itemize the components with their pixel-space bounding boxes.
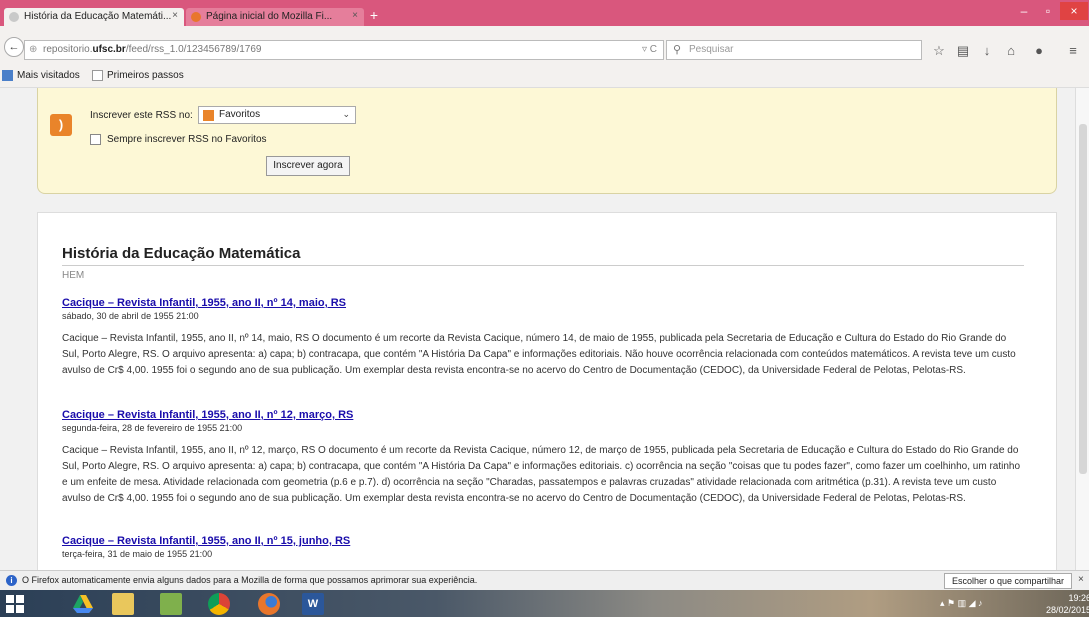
entry-date: segunda-feira, 28 de fevereiro de 1955 2…	[62, 423, 243, 433]
chevron-down-icon: ⌄	[342, 109, 350, 119]
photos-icon[interactable]	[160, 593, 182, 615]
always-subscribe-checkbox[interactable]: Sempre inscrever RSS no Favoritos	[90, 134, 267, 145]
star-icon[interactable]: ☆	[930, 42, 948, 60]
home-icon[interactable]: ⌂	[1002, 42, 1020, 60]
back-button[interactable]: ←	[4, 37, 24, 57]
close-icon[interactable]: ×	[1078, 574, 1084, 585]
search-input[interactable]: ⚲ Pesquisar	[666, 40, 922, 60]
subscribe-now-button[interactable]: Inscrever agora	[266, 156, 350, 176]
rss-subscribe-panel: ) Inscrever este RSS no: Favoritos ⌄ Sem…	[37, 88, 1057, 194]
entry-title-link[interactable]: Cacique – Revista Infantil, 1955, ano II…	[62, 297, 1024, 309]
feed-entry: Cacique – Revista Infantil, 1955, ano II…	[62, 409, 1024, 507]
clock-date: 28/02/2015	[1046, 605, 1089, 615]
page-icon	[9, 12, 19, 22]
bookmark-folder-icon	[2, 70, 13, 81]
feed-container: História da Educação Matemática HEM Caci…	[37, 212, 1057, 570]
file-explorer-icon[interactable]	[112, 593, 134, 615]
bookmark-label: Mais visitados	[17, 70, 80, 81]
pocket-icon[interactable]: ●	[1030, 42, 1048, 60]
entry-body: Cacique – Revista Infantil, 1955, ano II…	[62, 333, 1016, 376]
rss-subscribe-label: Inscrever este RSS no:	[90, 110, 193, 121]
tray-icons[interactable]: ▴ ⚑ ▥ ◢ ♪	[940, 598, 983, 609]
url-domain: ufsc.br	[92, 44, 126, 55]
entry-title-link[interactable]: Cacique – Revista Infantil, 1955, ano II…	[62, 535, 1024, 547]
chrome-icon[interactable]	[208, 593, 230, 615]
checkbox[interactable]	[90, 134, 101, 145]
entry-title-link[interactable]: Cacique – Revista Infantil, 1955, ano II…	[62, 409, 1024, 421]
reload-icon[interactable]: ▿ C	[642, 44, 657, 55]
bookmark-primeiros-passos[interactable]: Primeiros passos	[92, 70, 184, 81]
rss-icon: )	[50, 114, 72, 136]
close-tab-icon[interactable]: ×	[352, 10, 358, 21]
choose-share-button[interactable]: Escolher o que compartilhar	[944, 573, 1072, 589]
feed-title: História da Educação Matemática	[62, 245, 301, 262]
scrollbar-thumb[interactable]	[1079, 124, 1087, 474]
url-bar[interactable]: ⊕ repositorio.ufsc.br/feed/rss_1.0/12345…	[24, 40, 664, 60]
firefox-icon	[191, 12, 201, 22]
download-icon[interactable]: ↓	[978, 42, 996, 60]
new-tab-button[interactable]: +	[366, 8, 382, 24]
clipboard-icon[interactable]: ▤	[954, 42, 972, 60]
search-placeholder: Pesquisar	[689, 44, 734, 55]
notification-bar: i O Firefox automaticamente envia alguns…	[0, 570, 1089, 590]
rss-icon	[203, 110, 214, 121]
always-subscribe-label: Sempre inscrever RSS no Favoritos	[107, 134, 267, 145]
feed-entry: Cacique – Revista Infantil, 1955, ano II…	[62, 297, 1024, 379]
rss-reader-value: Favoritos	[219, 109, 261, 120]
tab-mozilla[interactable]: Página inicial do Mozilla Fi... ×	[186, 8, 364, 26]
menu-icon[interactable]: ≡	[1064, 42, 1082, 60]
minimize-button[interactable]: –	[1014, 2, 1034, 20]
feed-subtitle: HEM	[62, 270, 85, 281]
entry-date: sábado, 30 de abril de 1955 21:00	[62, 311, 199, 321]
taskbar: W ▴ ⚑ ▥ ◢ ♪ 19:26 28/02/2015	[0, 590, 1089, 617]
close-tab-icon[interactable]: ×	[172, 10, 178, 21]
entry-body: Cacique – Revista Infantil, 1955, ano II…	[62, 445, 1021, 504]
google-drive-icon[interactable]	[72, 593, 94, 615]
tab-historia[interactable]: História da Educação Matemáti... ×	[4, 8, 184, 26]
navigation-bar: ← ⊕ repositorio.ufsc.br/feed/rss_1.0/123…	[0, 26, 1089, 64]
page-icon	[92, 70, 103, 81]
tab-label: Página inicial do Mozilla Fi...	[206, 11, 333, 22]
globe-icon: ⊕	[29, 44, 38, 55]
entry-date: terça-feira, 31 de maio de 1955 21:00	[62, 549, 213, 559]
bookmarks-bar: Mais visitados Primeiros passos	[0, 64, 1089, 88]
close-window-button[interactable]: ×	[1060, 2, 1088, 20]
feed-entry: Cacique – Revista Infantil, 1955, ano II…	[62, 535, 1024, 559]
word-icon[interactable]: W	[302, 593, 324, 615]
url-prefix: repositorio.	[43, 44, 93, 55]
tab-strip: História da Educação Matemáti... × Págin…	[0, 0, 1089, 26]
rss-reader-select[interactable]: Favoritos ⌄	[198, 106, 356, 124]
clock-time: 19:26	[1068, 593, 1089, 603]
tab-label: História da Educação Matemáti...	[24, 11, 172, 22]
system-clock[interactable]: 19:26 28/02/2015	[1046, 592, 1089, 616]
firefox-icon[interactable]	[258, 593, 280, 615]
page-content: ) Inscrever este RSS no: Favoritos ⌄ Sem…	[0, 88, 1075, 570]
search-icon: ⚲	[673, 44, 682, 56]
maximize-button[interactable]: ▫	[1038, 2, 1058, 20]
vertical-scrollbar[interactable]	[1075, 88, 1089, 570]
divider	[62, 265, 1024, 266]
windows-start-icon[interactable]	[6, 595, 24, 613]
notification-text: O Firefox automaticamente envia alguns d…	[22, 575, 478, 585]
bookmark-label: Primeiros passos	[107, 70, 184, 81]
info-icon: i	[6, 575, 17, 586]
bookmark-mais-visitados[interactable]: Mais visitados	[2, 70, 80, 81]
url-path: /feed/rss_1.0/123456789/1769	[125, 44, 262, 55]
